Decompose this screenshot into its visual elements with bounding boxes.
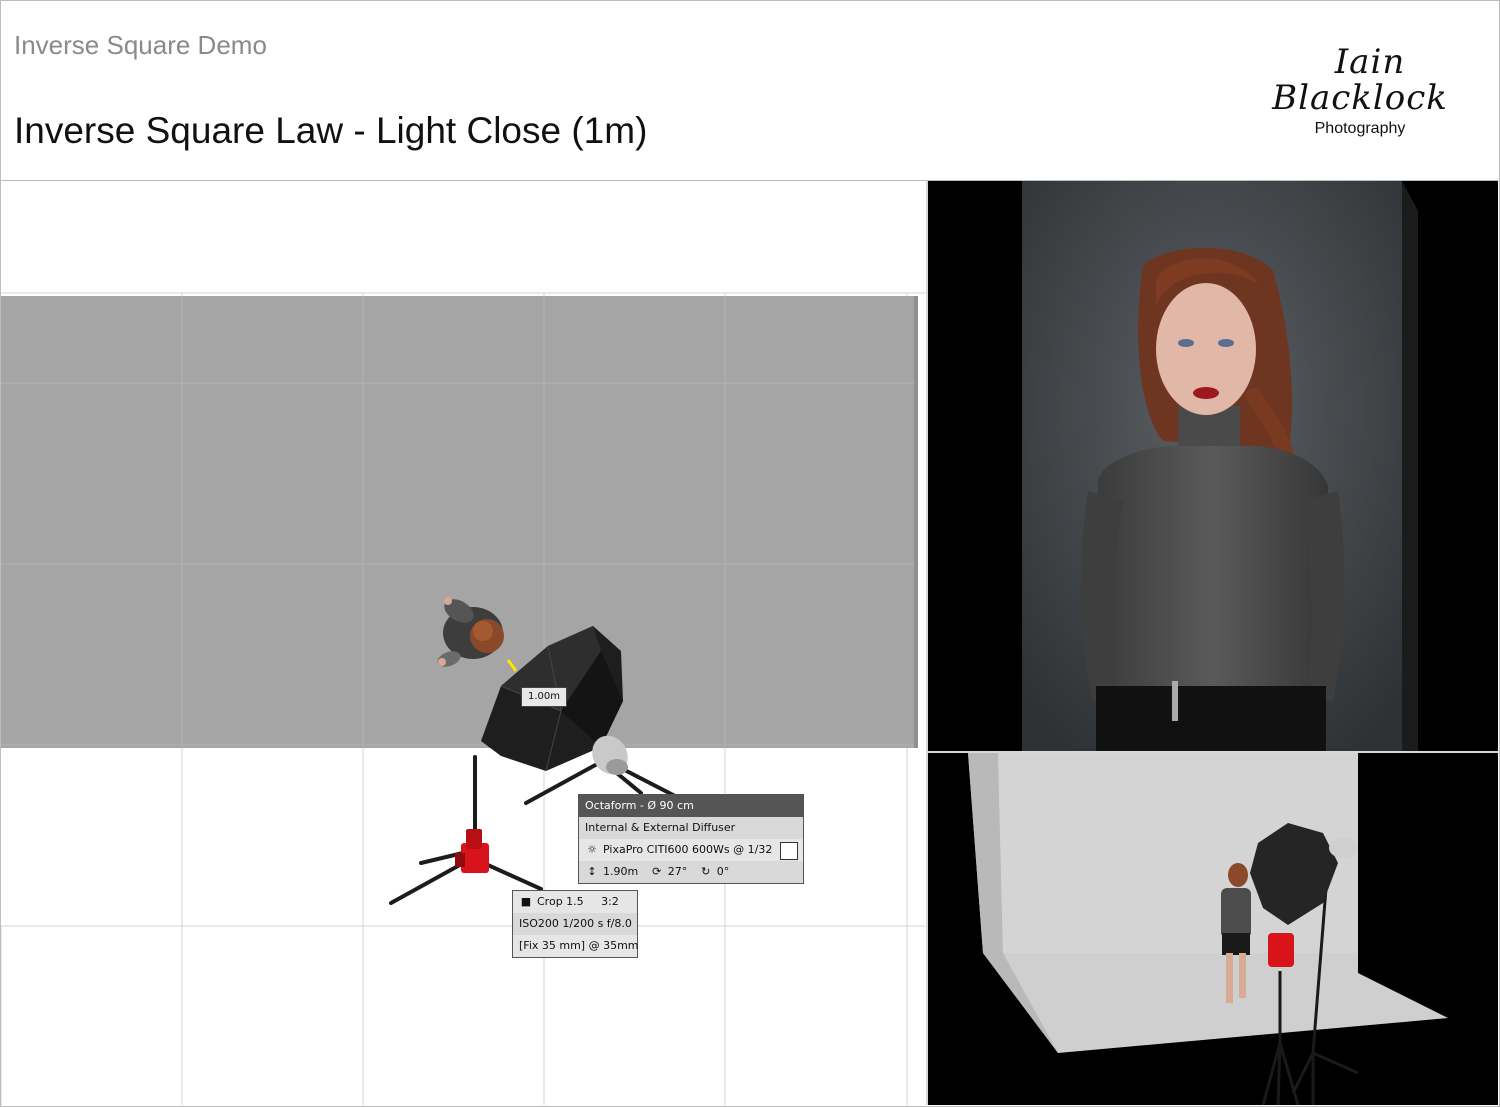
camera-tripod — [389, 755, 543, 905]
camera-info-panel[interactable]: ■ Crop 1.5 3:2 ISO200 1/200 s f/8.0 [Fix … — [512, 890, 639, 958]
camera-body — [455, 829, 489, 873]
camera-3d — [1268, 933, 1294, 967]
camera-exposure: ISO200 1/200 s f/8.0 — [519, 917, 632, 930]
rotation-icon: ↻ — [701, 865, 711, 878]
rendered-photo-preview — [928, 181, 1498, 751]
light-diffuser: Internal & External Diffuser — [585, 821, 736, 834]
portrait-render — [1022, 181, 1418, 751]
studio-render — [968, 753, 1448, 1105]
page-subtitle: Inverse Square Demo — [14, 30, 267, 60]
height-icon: ↕ — [587, 865, 597, 878]
logo-name-line2: Blacklock — [1272, 78, 1448, 118]
light-info-panel[interactable]: Octaform - Ø 90 cm Internal & External D… — [578, 794, 804, 884]
studio-3d-preview — [928, 753, 1498, 1105]
light-rotation: 0° — [716, 865, 730, 878]
camera-crop: Crop 1.5 — [537, 895, 584, 908]
light-flash: PixaPro CITI600 600Ws @ 1/32 — [603, 843, 773, 856]
backdrop-paper — [1, 296, 918, 748]
light-flash-row: ☼ PixaPro CITI600 600Ws @ 1/32 — [579, 839, 803, 861]
header: Inverse Square Demo Inverse Square Law -… — [0, 0, 1498, 181]
floor-plan: 1.00m Octaform - Ø 90 cm Internal & Exte… — [1, 181, 926, 1105]
floor-plan-canvas — [1, 292, 926, 1105]
light-modifier-name: Octaform - Ø 90 cm — [579, 795, 803, 817]
tilt-icon: ⟳ — [652, 865, 662, 878]
camera-icon: ■ — [520, 895, 532, 908]
light-position-row: ↕ 1.90m ⟳ 27° ↻ 0° — [579, 861, 803, 883]
light-tilt: 27° — [667, 865, 688, 878]
camera-ratio: 3:2 — [601, 895, 619, 908]
camera-lens: [Fix 35 mm] @ 35mm — [513, 935, 639, 957]
light-height: 1.90m — [603, 865, 639, 878]
camera-crop-row: ■ Crop 1.5 3:2 — [513, 891, 637, 913]
logo-tagline: Photography — [1314, 120, 1406, 137]
page-title: Inverse Square Law - Light Close (1m) — [14, 110, 648, 151]
logo-name-line1: Iain — [1334, 42, 1406, 82]
sun-icon: ☼ — [587, 843, 597, 856]
distance-label: 1.00m — [521, 687, 567, 707]
light-color-swatch[interactable] — [780, 842, 798, 860]
photographer-logo: Iain Blacklock Photography — [1270, 38, 1470, 148]
